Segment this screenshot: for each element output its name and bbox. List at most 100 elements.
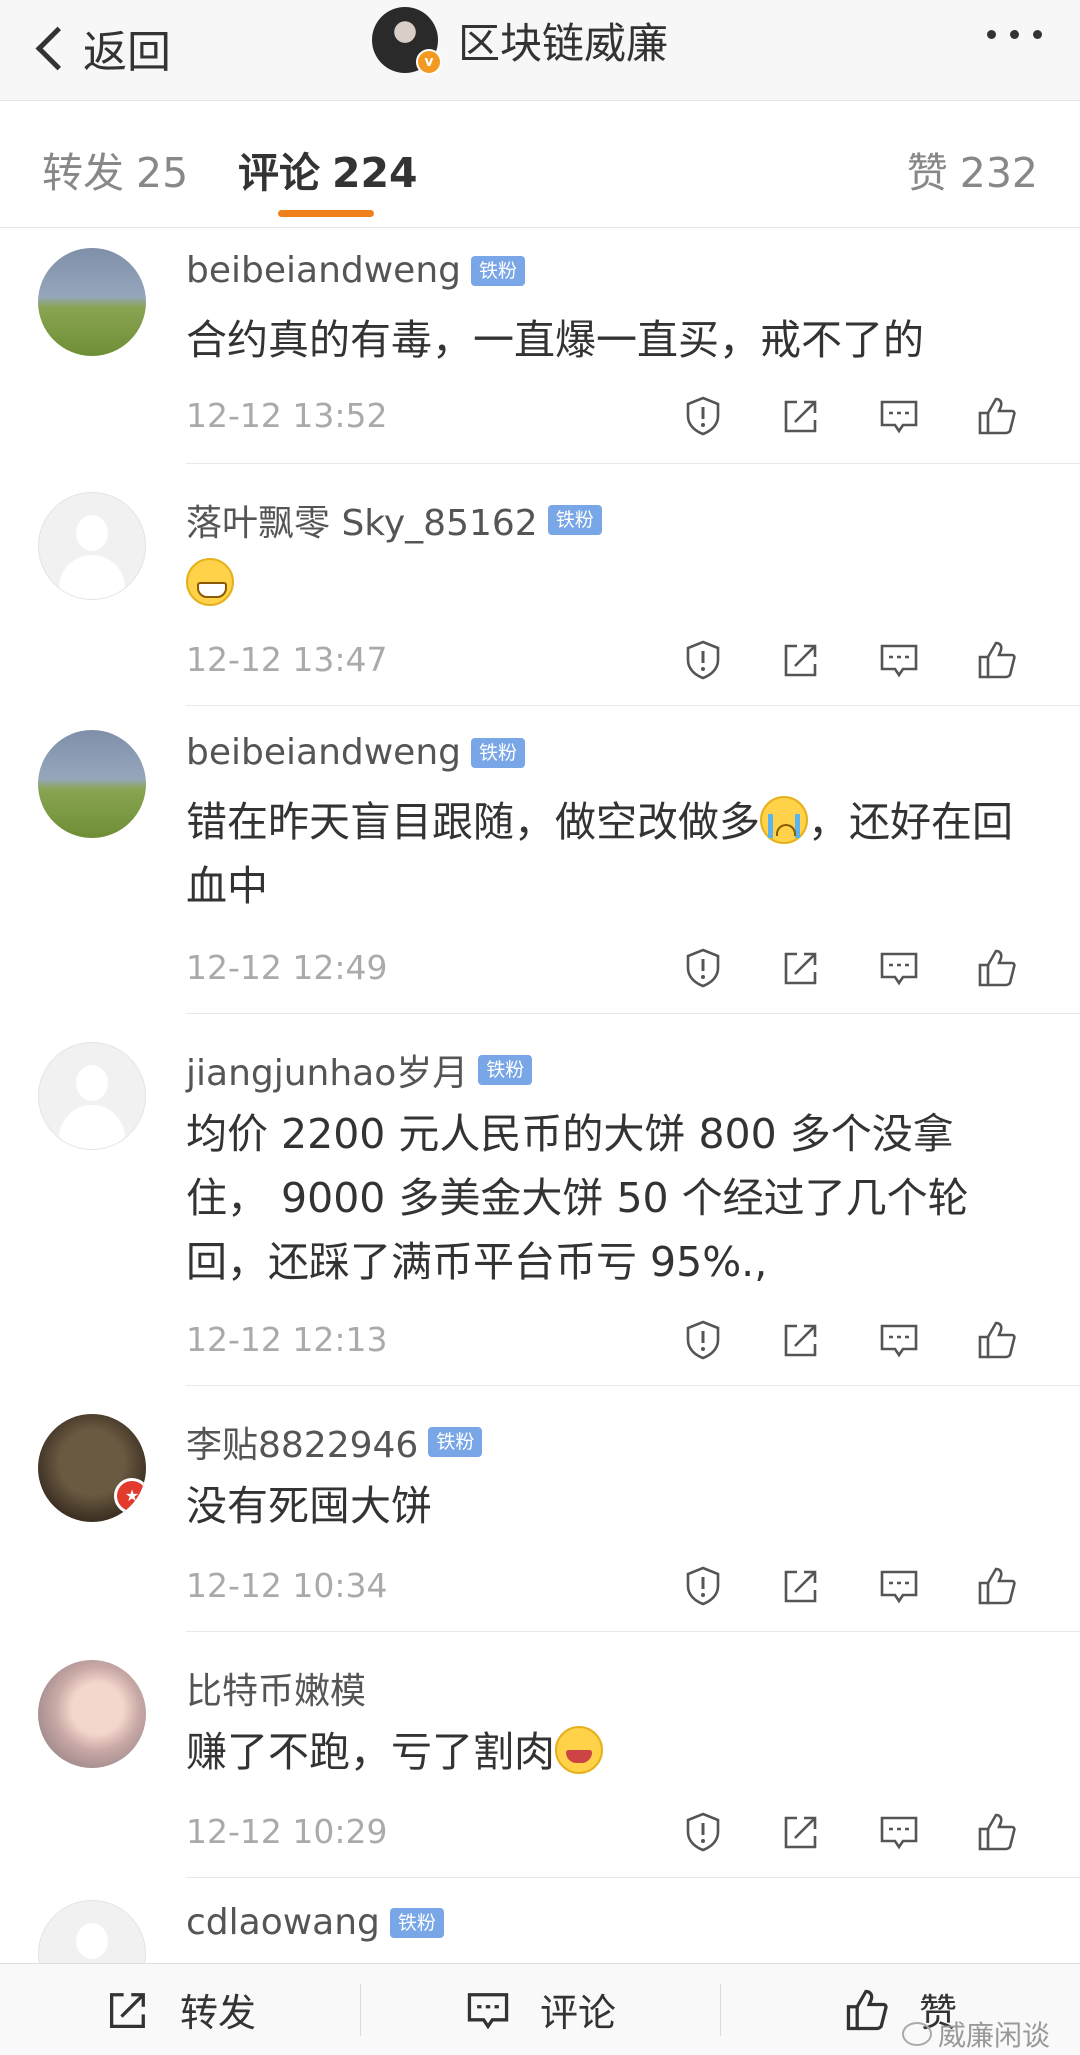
comment-text-part: 赚了不跑，亏了割肉	[186, 1728, 555, 1776]
comment-text: 均价 2200 元人民币的大饼 800 多个没拿住， 9000 多美金大饼 50…	[186, 1110, 969, 1286]
comment-button[interactable]: 评论	[360, 1964, 720, 2055]
back-button[interactable]: 返回	[30, 10, 171, 86]
tab-comment-count: 224	[332, 149, 418, 197]
report-button[interactable]	[654, 634, 752, 686]
comment-username[interactable]: 落叶飘零 Sky_85162	[186, 494, 538, 546]
forward-button[interactable]: 转发	[0, 1964, 360, 2055]
like-button[interactable]	[948, 942, 1046, 994]
reply-button[interactable]	[850, 634, 948, 686]
comment-username[interactable]: 李贴8822946	[186, 1416, 418, 1468]
comment-time: 12-12 10:34	[186, 1566, 388, 1605]
report-button[interactable]	[654, 390, 752, 442]
thumbs-up-icon	[978, 1813, 1016, 1851]
tab-comment[interactable]: 评论 224	[238, 139, 418, 199]
comment-item[interactable]: ★ 李贴8822946 铁粉 没有死囤大饼 12-12 10:34	[0, 1386, 1080, 1632]
fan-badge: 铁粉	[478, 1055, 533, 1085]
comment-text: 错在昨天盲目跟随，做空改做多 ，还好在回血中	[186, 790, 1026, 918]
report-button[interactable]	[654, 1806, 752, 1858]
fan-badge: 铁粉	[471, 255, 526, 286]
comment-item[interactable]: 落叶飘零 Sky_85162 铁粉 12-12 13:47	[0, 464, 1080, 706]
watermark: 威廉闲谈	[901, 2014, 1050, 2054]
report-button[interactable]	[654, 1314, 752, 1366]
report-button[interactable]	[654, 942, 752, 994]
tab-like[interactable]: 赞 232	[907, 139, 1038, 199]
page-title-group[interactable]: v 区块链威廉	[372, 2, 668, 78]
avatar[interactable]: ★	[38, 1414, 146, 1522]
share-icon	[784, 952, 817, 985]
comment-username[interactable]: cdlaowang	[186, 1902, 380, 1943]
comment-icon	[880, 644, 918, 678]
tab-bar: 转发 25 评论 224 赞 232	[0, 101, 1080, 228]
avatar[interactable]	[38, 1660, 146, 1768]
more-options-icon[interactable]	[987, 30, 1042, 39]
tab-like-count: 232	[959, 149, 1038, 197]
comment-username[interactable]: 比特币嫩模	[186, 1662, 366, 1714]
comment-icon	[880, 1570, 918, 1604]
share-icon	[784, 1816, 817, 1849]
share-button[interactable]	[752, 634, 850, 686]
share-button[interactable]	[752, 1560, 850, 1612]
comment-icon	[880, 400, 918, 434]
share-icon	[784, 1324, 817, 1357]
thumbs-up-icon	[978, 1567, 1016, 1605]
share-icon	[784, 400, 817, 433]
wechat-icon	[901, 2022, 932, 2046]
avatar[interactable]	[38, 248, 146, 356]
tab-forward[interactable]: 转发 25	[42, 139, 188, 199]
fan-badge: 铁粉	[428, 1427, 483, 1457]
avatar[interactable]	[38, 730, 146, 838]
shield-alert-icon	[686, 1812, 720, 1852]
shield-alert-icon	[686, 396, 720, 436]
forward-label: 转发	[179, 1991, 256, 2035]
reply-button[interactable]	[850, 1314, 948, 1366]
comment-time: 12-12 13:52	[186, 396, 388, 435]
report-button[interactable]	[654, 1560, 752, 1612]
share-button[interactable]	[752, 1806, 850, 1858]
grin-emoji-icon	[186, 558, 234, 606]
comment-text: 赚了不跑，亏了割肉	[186, 1720, 1026, 1784]
reply-button[interactable]	[850, 390, 948, 442]
star-badge-icon: ★	[114, 1478, 146, 1514]
active-tab-indicator	[278, 210, 374, 217]
comment-text-part: 错在昨天盲目跟随，做空改做多	[186, 798, 760, 846]
comment-username[interactable]: jiangjunhao岁月	[186, 1044, 468, 1096]
like-button[interactable]	[948, 1314, 1046, 1366]
like-button[interactable]	[948, 1806, 1046, 1858]
reply-button[interactable]	[850, 1806, 948, 1858]
avatar[interactable]	[38, 492, 146, 600]
comment-icon	[880, 1324, 918, 1358]
like-button[interactable]	[948, 634, 1046, 686]
avatar[interactable]	[38, 1042, 146, 1150]
share-button[interactable]	[752, 1314, 850, 1366]
comment-item[interactable]: beibeiandweng 铁粉 错在昨天盲目跟随，做空改做多 ，还好在回血中 1…	[0, 706, 1080, 1014]
comment-username[interactable]: beibeiandweng	[186, 250, 461, 291]
like-button[interactable]	[948, 390, 1046, 442]
tab-forward-count: 25	[136, 149, 189, 197]
share-button[interactable]	[752, 390, 850, 442]
watermark-text: 威廉闲谈	[937, 2019, 1050, 2052]
thumbs-up-icon	[846, 1989, 888, 2030]
comment-icon	[467, 1992, 509, 2029]
comment-text	[186, 552, 1026, 616]
shield-alert-icon	[686, 948, 720, 988]
avatar[interactable]	[38, 1900, 146, 1963]
nav-bar: 返回 v 区块链威廉	[0, 0, 1080, 101]
like-button[interactable]	[948, 1560, 1046, 1612]
comment-icon	[880, 952, 918, 986]
share-icon	[109, 1992, 145, 2028]
comment-username[interactable]: beibeiandweng	[186, 732, 461, 773]
comment-item[interactable]: cdlaowang 铁粉	[0, 1878, 1080, 1963]
tab-forward-label: 转发	[42, 149, 124, 197]
comment-item[interactable]: beibeiandweng 铁粉 合约真的有毒，一直爆一直买，戒不了的 12-1…	[0, 228, 1080, 464]
comment-time: 12-12 10:29	[186, 1812, 388, 1851]
comment-item[interactable]: jiangjunhao岁月 铁粉 均价 2200 元人民币的大饼 800 多个没…	[0, 1014, 1080, 1386]
tab-comment-label: 评论	[238, 149, 320, 197]
share-icon	[784, 644, 817, 677]
reply-button[interactable]	[850, 1560, 948, 1612]
reply-button[interactable]	[850, 942, 948, 994]
back-label: 返回	[83, 27, 171, 78]
thumbs-up-icon	[978, 949, 1016, 987]
tab-like-label: 赞	[906, 149, 948, 197]
comment-item[interactable]: 比特币嫩模 赚了不跑，亏了割肉 12-12 10:29	[0, 1632, 1080, 1878]
share-button[interactable]	[752, 942, 850, 994]
